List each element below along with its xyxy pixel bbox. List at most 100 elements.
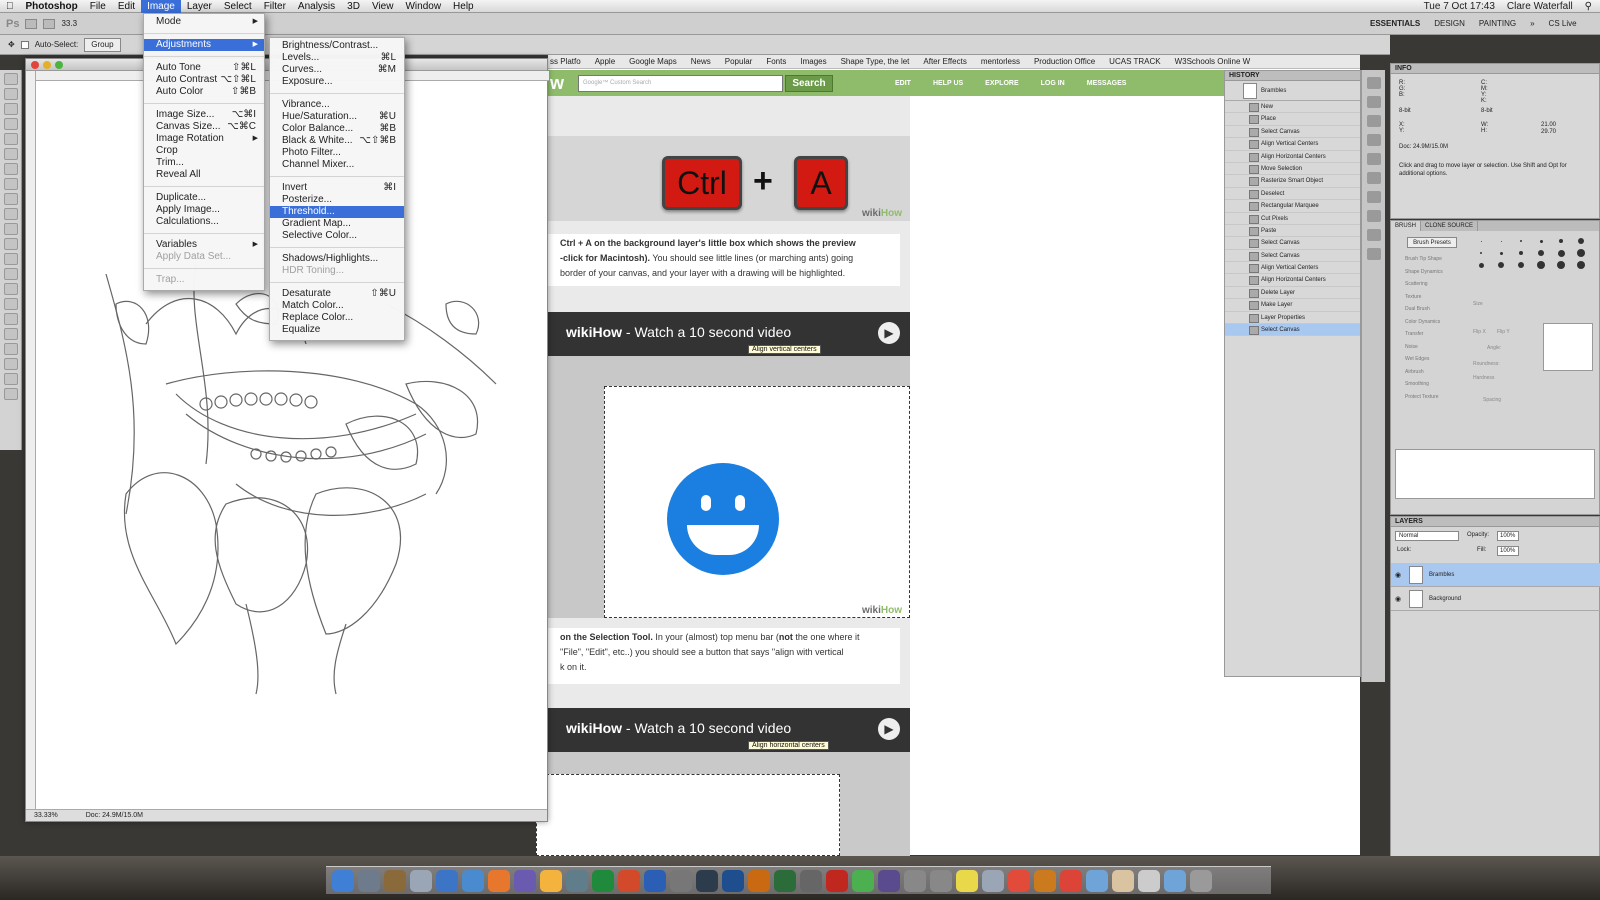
video-bar[interactable]: wikiHow - Watch a 10 second video ▶ Alig… (548, 708, 910, 752)
menu-select[interactable]: Select (218, 0, 258, 13)
history-item[interactable]: Select Canvas (1225, 237, 1360, 250)
cs-live-button[interactable]: CS Live (1549, 14, 1577, 34)
adjustments_menu-item[interactable]: Black & White... ⌥⇧⌘B (270, 135, 404, 147)
dock-app-icon[interactable]: Folder (1086, 869, 1108, 892)
brush-tip[interactable] (1531, 259, 1551, 271)
brush-tip[interactable] (1471, 259, 1491, 271)
flip-x-label[interactable]: Flip X (1473, 329, 1486, 335)
gradient-tool-icon[interactable] (4, 238, 18, 250)
visibility-eye-icon[interactable]: ◉ (1395, 595, 1403, 603)
menu-window[interactable]: Window (399, 0, 447, 13)
blur-tool-icon[interactable] (4, 253, 18, 265)
flip-y-label[interactable]: Flip Y (1497, 329, 1510, 335)
brush-option[interactable]: Scattering (1397, 278, 1469, 291)
brush-tip[interactable] (1551, 235, 1571, 247)
path-selection-tool-icon[interactable] (4, 313, 18, 325)
video-bar[interactable]: wikiHow - Watch a 10 second video ▶ Alig… (548, 312, 910, 356)
swatches-panel-icon[interactable] (1367, 172, 1381, 184)
brush-tip[interactable] (1571, 235, 1591, 247)
history-item[interactable]: Place (1225, 113, 1360, 126)
healing-brush-tool-icon[interactable] (4, 163, 18, 175)
fill-input[interactable]: 100% (1497, 546, 1519, 556)
adjustments_menu-item[interactable]: Replace Color... (270, 312, 404, 324)
dock-app-icon[interactable]: Folder (1164, 869, 1186, 892)
history-item[interactable]: Align Vertical Centers (1225, 262, 1360, 275)
dock-app-icon[interactable]: Excel (592, 869, 614, 892)
document-size[interactable]: Doc: 24.9M/15.0M (86, 812, 143, 819)
dock-app-icon[interactable]: Preview (358, 869, 380, 892)
crop-tool-icon[interactable] (4, 133, 18, 145)
search-button[interactable]: Search (785, 74, 833, 92)
dock-app-icon[interactable]: Chrome (1060, 869, 1082, 892)
workspace-painting[interactable]: PAINTING (1479, 14, 1516, 34)
pen-tool-icon[interactable] (4, 283, 18, 295)
type-tool-icon[interactable] (4, 298, 18, 310)
shape-tool-icon[interactable] (4, 328, 18, 340)
brush-tip[interactable] (1511, 259, 1531, 271)
layers-panel-title[interactable]: LAYERS (1391, 517, 1599, 527)
nav-help-us[interactable]: HELP US (933, 80, 963, 87)
bridge-icon[interactable] (25, 18, 38, 29)
layer-comps-icon[interactable] (1367, 115, 1381, 127)
bookmark[interactable]: After Effects (923, 57, 966, 66)
image_menu-item[interactable]: Auto Tone ⇧⌘L (144, 62, 264, 74)
image_menu-item[interactable]: Image Rotation ▶ (144, 133, 264, 145)
brush-tip[interactable] (1511, 247, 1531, 259)
adjustments_menu-item[interactable]: Hue/Saturation... ⌘U (270, 111, 404, 123)
dock-app-icon[interactable]: iMovie (514, 869, 536, 892)
info-panel-title[interactable]: INFO (1391, 64, 1599, 74)
adjustments_menu-item[interactable]: Invert ⌘I (270, 182, 404, 194)
color-panel-icon[interactable] (1367, 153, 1381, 165)
lasso-tool-icon[interactable] (4, 103, 18, 115)
brush-tip[interactable] (1471, 247, 1491, 259)
adjustments_menu-item[interactable]: Equalize (270, 324, 404, 336)
menu-file[interactable]: File (84, 0, 112, 13)
menu-help[interactable]: Help (447, 0, 480, 13)
nav-edit[interactable]: EDIT (895, 80, 911, 87)
dock-app-icon[interactable]: Numbers (852, 869, 874, 892)
bookmark[interactable]: mentorless (981, 57, 1020, 66)
dock-app-icon[interactable]: Lightroom (696, 869, 718, 892)
opacity-input[interactable]: 100% (1497, 531, 1519, 541)
brush-presets-button[interactable]: Brush Presets (1407, 237, 1457, 248)
brush-option[interactable]: Noise (1397, 341, 1469, 354)
image_menu-item[interactable]: Reveal All (144, 169, 264, 181)
zoom-level[interactable]: 33.3 (61, 19, 77, 28)
adjustments_menu-item[interactable]: Match Color... (270, 300, 404, 312)
brush-angle-preview[interactable] (1543, 323, 1593, 371)
history-item[interactable]: Paste (1225, 225, 1360, 238)
adjustments_menu-item[interactable]: Desaturate ⇧⌘U (270, 288, 404, 300)
dock-app-icon[interactable]: Finder (332, 869, 354, 892)
dock-app-icon[interactable]: Keychain (670, 869, 692, 892)
eyedropper-tool-icon[interactable] (4, 148, 18, 160)
adjustments_menu-item[interactable]: Photo Filter... (270, 147, 404, 159)
brush-option[interactable]: Color Dynamics (1397, 316, 1469, 329)
dock-app-icon[interactable]: Illustrator (748, 869, 770, 892)
more-workspaces-icon[interactable]: » (1530, 14, 1534, 34)
history-item[interactable]: Move Selection (1225, 163, 1360, 176)
history-item[interactable]: Deselect (1225, 188, 1360, 201)
brush-tip[interactable] (1551, 259, 1571, 271)
image_menu-item[interactable]: Mode ▶ (144, 16, 264, 28)
menu-view[interactable]: View (366, 0, 400, 13)
bookmark[interactable]: Fonts (766, 57, 786, 66)
zoom-tool-icon[interactable] (4, 373, 18, 385)
layer-row[interactable]: ◉ Background (1391, 587, 1600, 611)
bookmark[interactable]: Apple (595, 57, 615, 66)
move-tool-icon[interactable]: ✥ (8, 40, 15, 49)
menu-edit[interactable]: Edit (112, 0, 141, 13)
zoom-icon[interactable] (55, 61, 63, 69)
image_menu-item[interactable]: Duplicate... (144, 192, 264, 204)
adjustments_menu-item[interactable]: Posterize... (270, 194, 404, 206)
brush-tip[interactable] (1491, 259, 1511, 271)
dock-app-icon[interactable]: iTunes (462, 869, 484, 892)
dock-app-icon[interactable]: Mail (436, 869, 458, 892)
dock-app-icon[interactable]: Dreamweaver (774, 869, 796, 892)
brush-option[interactable]: Shape Dynamics (1397, 266, 1469, 279)
adjustments_menu-item[interactable]: Shadows/Highlights... (270, 253, 404, 265)
dock-app-icon[interactable]: Word (644, 869, 666, 892)
image_menu-item[interactable]: Adjustments ▶ (144, 39, 264, 51)
workspace-essentials[interactable]: ESSENTIALS (1370, 14, 1420, 34)
menu-image[interactable]: Image (141, 0, 181, 13)
clone-stamp-tool-icon[interactable] (4, 193, 18, 205)
